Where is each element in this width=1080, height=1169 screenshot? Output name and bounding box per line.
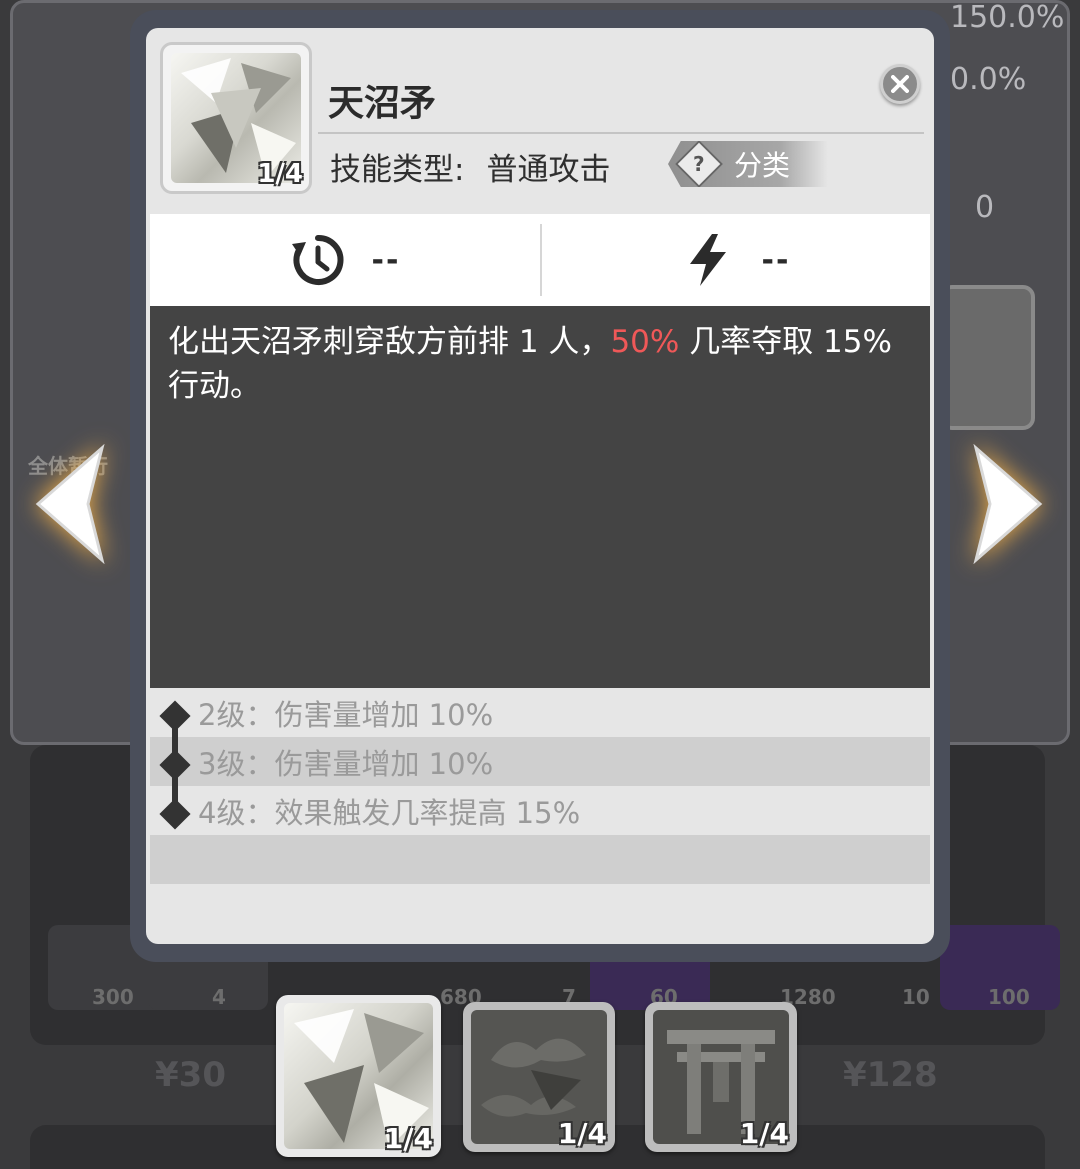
background-stat: 0 (975, 190, 995, 225)
background-price: ¥30 (155, 1055, 226, 1095)
background-qty: 4 (212, 985, 226, 1009)
cooldown-value: -- (371, 242, 401, 278)
energy-value: -- (761, 242, 791, 278)
upgrade-spacer (150, 835, 930, 884)
next-skill-button[interactable] (968, 443, 1048, 565)
cooldown-stat: -- (150, 214, 540, 306)
skill-level-badge: 1/4 (257, 159, 303, 189)
chevron-right-icon (973, 443, 1043, 565)
category-label: 分类 (734, 149, 791, 182)
background-qty: 100 (988, 985, 1030, 1009)
background-qty: 300 (92, 985, 134, 1009)
skill-type-value: 普通攻击 (486, 152, 611, 188)
category-tag-button[interactable]: ? 分类 (668, 141, 828, 187)
cooldown-clock-icon (291, 234, 344, 285)
skill-tab-spear[interactable]: 1/4 (276, 995, 441, 1157)
skill-detail-card: 1/4 天沼矛 技能类型: 普通攻击 ? 分类 -- -- 化出天沼矛刺穿敌方前… (146, 28, 934, 944)
close-button[interactable] (880, 64, 920, 104)
lightning-icon (689, 234, 726, 286)
tab-level-badge: 1/4 (557, 1117, 607, 1150)
skill-icon: 1/4 (160, 42, 312, 194)
skill-detail-dialog: 1/4 天沼矛 技能类型: 普通攻击 ? 分类 -- -- 化出天沼矛刺穿敌方前… (130, 10, 950, 962)
skill-tab-gate[interactable]: 1/4 (645, 1002, 797, 1152)
chevron-left-icon (35, 443, 105, 565)
skill-tab-cloud[interactable]: 1/4 (463, 1002, 615, 1152)
background-stat: 150.0% (950, 0, 1065, 35)
tab-level-badge: 1/4 (739, 1117, 789, 1150)
energy-stat: -- (540, 214, 930, 306)
background-skill-icon (940, 285, 1035, 430)
prev-skill-button[interactable] (30, 443, 110, 565)
skill-type-label: 技能类型: (330, 152, 465, 188)
question-icon: ? (674, 141, 724, 187)
background-price: ¥128 (843, 1055, 938, 1095)
upgrade-item: 4级：效果触发几率提高 15% (198, 795, 581, 830)
background-qty: 10 (902, 985, 930, 1009)
close-icon (891, 75, 909, 93)
skill-description: 化出天沼矛刺穿敌方前排 1 人，50% 几率夺取 15% 行动。 (168, 324, 892, 404)
upgrade-list: 2级：伤害量增加 10% 3级：伤害量增加 10% 4级：效果触发几率提高 15… (150, 688, 930, 884)
upgrade-item: 2级：伤害量增加 10% (198, 697, 494, 732)
skill-name: 天沼矛 (328, 83, 437, 124)
background-stat: 0.0% (950, 62, 1027, 97)
skill-description-box: 化出天沼矛刺穿敌方前排 1 人，50% 几率夺取 15% 行动。 (150, 306, 930, 688)
upgrade-item: 3级：伤害量增加 10% (150, 737, 930, 786)
skill-stats-bar: -- -- (150, 214, 930, 306)
title-divider (318, 132, 924, 134)
description-highlight: 50% (610, 324, 680, 360)
tab-level-badge: 1/4 (383, 1122, 433, 1155)
skill-type-row: 技能类型: 普通攻击 (330, 144, 610, 189)
